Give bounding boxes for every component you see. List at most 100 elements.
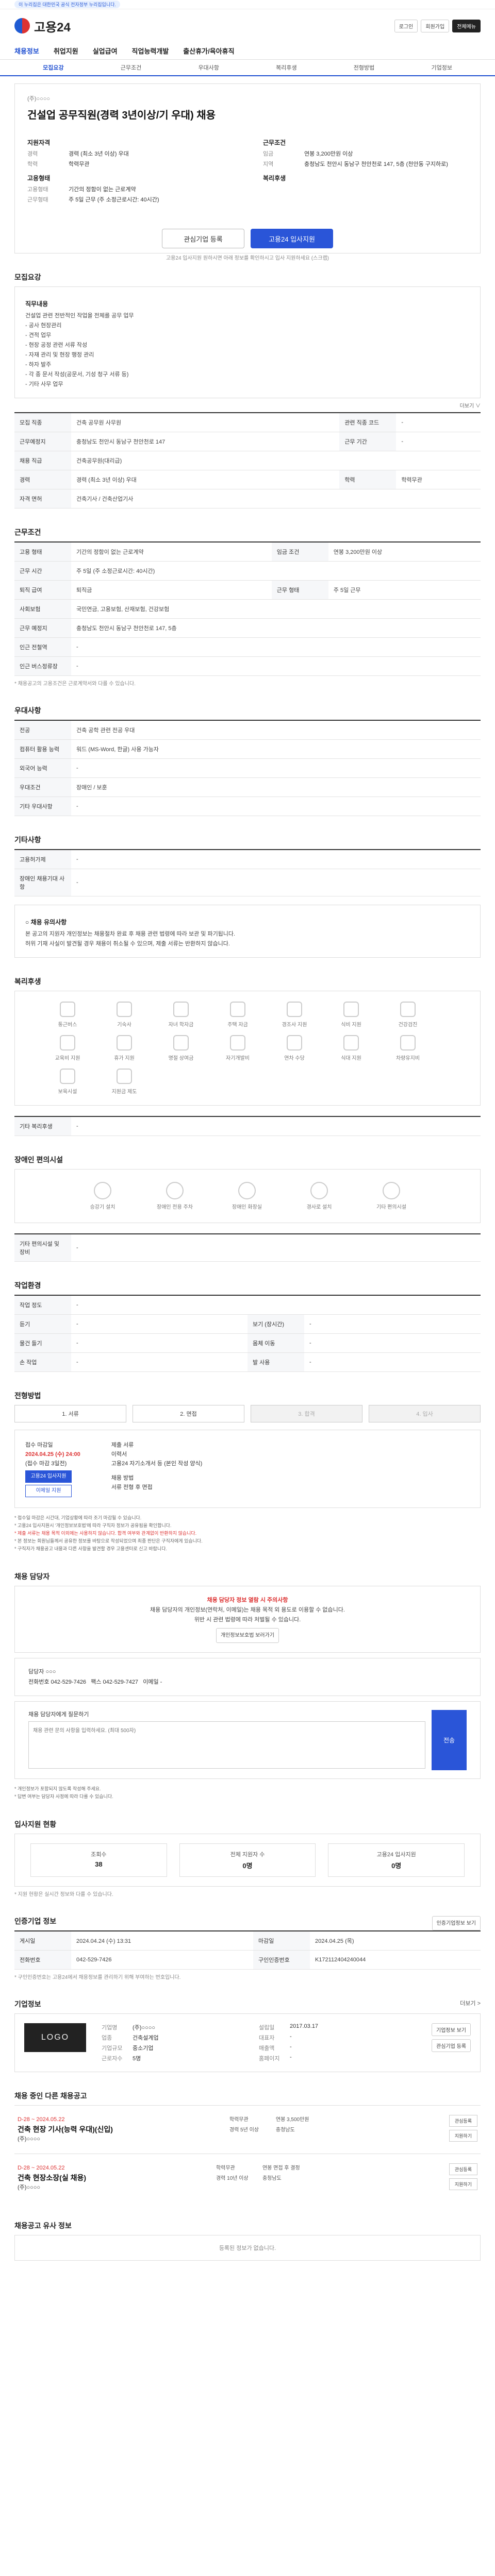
body-line: 건설업 관련 전반적인 작업을 전체를 공무 업무 [25, 313, 134, 319]
welfare-label: 차량유지비 [396, 1056, 420, 1061]
table-row: 손 작업 - 발 사용 - [14, 1352, 481, 1372]
company-fav-button[interactable]: 관심기업 등록 [432, 2039, 471, 2052]
apply-email-button[interactable]: 이메일 지원 [25, 1485, 72, 1497]
body-line: - 기타 사무 업무 [25, 381, 63, 387]
nav-training[interactable]: 직업능력개발 [132, 46, 169, 56]
row-label: 근무 형태 [271, 580, 328, 600]
tab-preference[interactable]: 우대사항 [170, 63, 248, 72]
info-button[interactable]: 인증기업정보 보기 [432, 1916, 481, 1930]
tab-company[interactable]: 기업정보 [403, 63, 481, 72]
kv-value: 경력 (최소 3년 이상) 우대 [69, 151, 129, 157]
welfare-item: 휴가 지원 [97, 1035, 151, 1061]
kv-key: 경력 [27, 151, 38, 157]
row-label: 발 사용 [248, 1352, 304, 1372]
contact-heading: 채용 담당자 [14, 1572, 50, 1581]
row-value: 충청남도 천안시 동남구 천안천로 147, 5층 [71, 618, 481, 638]
qna-input[interactable] [28, 1721, 425, 1769]
contact-warning-line: 위반 시 관련 법령에 따라 처벌될 수 있습니다. [194, 1617, 301, 1623]
other-jobs-section: 채용 중인 다른 채용공고 D-28 ~ 2024.05.22 건축 현장 기사(… [14, 2091, 481, 2202]
listing-title[interactable]: 건축 현장 기사(능력 우대)(신입) [18, 2125, 113, 2134]
row-value: - [396, 413, 481, 432]
kv-key: 학력 [27, 161, 38, 167]
welfare-icon [173, 1002, 189, 1017]
listing-action-button[interactable]: 관심등록 [449, 2163, 477, 2175]
row-label: 인근 버스정류장 [14, 656, 71, 676]
signup-button[interactable]: 회원가입 [421, 19, 450, 32]
welfare-item: 명절 상여금 [154, 1035, 208, 1061]
facility-label: 장애인 화장실 [232, 1205, 262, 1210]
row-label: 손 작업 [14, 1352, 71, 1372]
table-row: 근무예정지 충청남도 천안시 동남구 천안천로 147 근무 기간 - [14, 432, 481, 451]
company-info-button[interactable]: 기업정보 보기 [432, 2023, 471, 2036]
listing-action-button[interactable]: 지원하기 [449, 2178, 477, 2190]
etc-table: 고용허가제 - 장애인 채용기대 사항 - [14, 849, 481, 896]
nav-jobs[interactable]: 채용정보 [14, 46, 39, 56]
logo[interactable]: 고용24 [14, 17, 71, 35]
listing-action-button[interactable]: 관심등록 [449, 2115, 477, 2127]
body-line: - 견적 업무 [25, 332, 52, 338]
more-button[interactable]: 더보기 ∨ [460, 403, 481, 409]
body-line: - 하자 발주 [25, 362, 52, 368]
row-label: 물건 들기 [14, 1333, 71, 1353]
welfare-icon [287, 1002, 302, 1017]
welf-title: 복리후생 [263, 175, 286, 182]
stats-note: * 지원 현황은 실시간 정보와 다를 수 있습니다. [14, 1892, 113, 1897]
disability-section: 장애인 편의시설 승강기 설치 장애인 전용 주차 장애인 화장실 경사로 설치 기타 … [14, 1155, 481, 1262]
process-notes: * 접수일 마감은 시간대, 기업상황에 따라 조기 마감될 수 있습니다. *… [14, 1514, 481, 1553]
nav-employment[interactable]: 취업지원 [54, 46, 78, 56]
listing-action-button[interactable]: 지원하기 [449, 2130, 477, 2142]
nav-unemployment[interactable]: 실업급여 [93, 46, 118, 56]
emp-title: 고용형태 [27, 175, 51, 182]
table-row: 외국어 능력 - [14, 758, 481, 778]
method-value: 서류 전형 후 면접 [111, 1484, 153, 1490]
table-row: 물건 들기 - 몸체 이동 - [14, 1333, 481, 1353]
listing-company: (주)○○○○ [18, 2136, 41, 2142]
tab-process[interactable]: 전형방법 [325, 63, 403, 72]
row-value: 학력무관 [396, 470, 481, 489]
listing-title[interactable]: 건축 현장소장(실 채용) [18, 2173, 86, 2183]
nav-leave[interactable]: 출산휴가/육아휴직 [183, 46, 234, 56]
table-row: 모집 직종 건축 공무원 사무원 관련 직종 코드 - [14, 413, 481, 432]
row-value: - [71, 1314, 248, 1334]
privacy-law-button[interactable]: 개인정보보호법 보러가기 [216, 1628, 279, 1643]
kv-value: 기간의 정함이 없는 근로계약 [69, 187, 136, 193]
stats-heading: 입사지원 현황 [14, 1820, 57, 1828]
row-label: 기타 우대사항 [14, 796, 71, 816]
doc-item: 고용24 자기소개서 등 (본인 작성 양식) [111, 1461, 203, 1467]
welfare-icon [343, 1035, 359, 1050]
welfare-item: 연차 수당 [268, 1035, 321, 1061]
facility-icon [383, 1182, 400, 1199]
row-value: - [71, 1295, 481, 1315]
listing-meta-item: 충청남도 [262, 2176, 282, 2181]
contact-warning-title: 채용 담당자 정보 열람 시 주의사항 [207, 1597, 288, 1603]
facility-label: 경사로 설치 [306, 1205, 332, 1210]
tab-welfare[interactable]: 복리후생 [248, 63, 325, 72]
welfare-item: 식대 지원 [324, 1035, 378, 1061]
table-row: 작업 정도 - [14, 1295, 481, 1315]
notes-line: 본 공고의 지원자 개인정보는 채용절차 완료 후 채용 관련 법령에 따라 보… [25, 931, 236, 937]
tab-recruit[interactable]: 모집요강 [14, 63, 92, 72]
info-heading: 인증기업 정보 [14, 1917, 57, 1925]
row-value: 건축 공학 관련 전공 우대 [71, 720, 481, 740]
all-menu-button[interactable]: 전체메뉴 [452, 19, 481, 32]
save-company-button[interactable]: 관심기업 등록 [162, 229, 244, 248]
welfare-label: 지원금 제도 [111, 1089, 137, 1095]
workplace-section: 작업환경 작업 정도 - 듣기 - 보기 (장시간) - 물건 들기 - 몸체 이동 - 손 작업 -… [14, 1280, 481, 1372]
qna-hint: 채용 담당자에게 질문하기 [28, 1711, 89, 1718]
welfare-label: 식대 지원 [341, 1056, 361, 1061]
welfare-label: 경조사 지원 [282, 1022, 307, 1028]
login-button[interactable]: 로그인 [394, 19, 418, 32]
row-label: 구인인증번호 [253, 1950, 310, 1970]
company-name[interactable]: (주)○○○○ [27, 94, 50, 103]
facility-icon [310, 1182, 328, 1199]
company-more-link[interactable]: 더보기 > [460, 1999, 481, 2013]
apply-24-button[interactable]: 고용24 입사지원 [25, 1470, 72, 1483]
apply-button[interactable]: 고용24 입사지원 [251, 229, 333, 248]
stat-label: 고용24 입사지원 [376, 1852, 416, 1858]
tab-conditions[interactable]: 근무조건 [92, 63, 170, 72]
welfare-item: 자기개발비 [211, 1035, 265, 1061]
step-interview: 2. 면접 [133, 1405, 244, 1422]
qna-send-button[interactable]: 전송 [432, 1710, 467, 1770]
apply-title: 접수 마감일 [25, 1442, 53, 1448]
body-title: 직무내용 [25, 300, 48, 308]
